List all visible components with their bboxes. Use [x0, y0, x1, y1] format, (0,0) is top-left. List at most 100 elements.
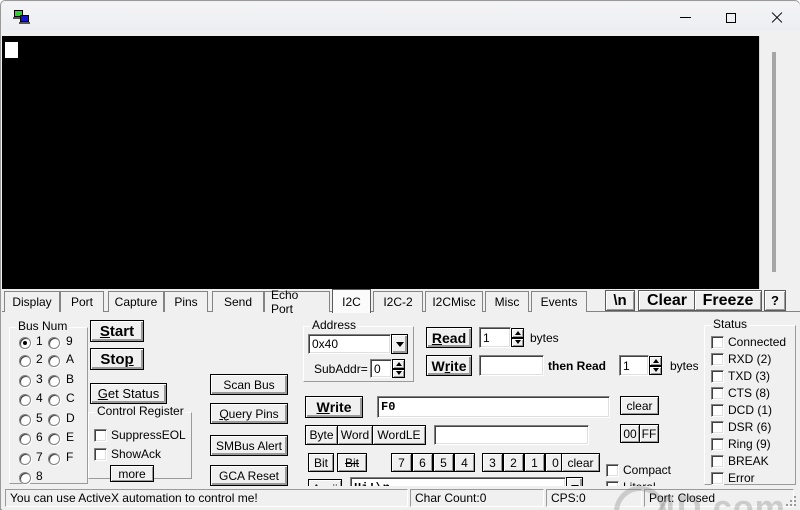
tab-echo-port[interactable]: Echo Port: [264, 288, 330, 316]
minimize-button[interactable]: [662, 3, 708, 32]
wordle-button[interactable]: WordLE: [372, 425, 426, 445]
bus-radio-c[interactable]: [48, 394, 60, 406]
bus-radio-b[interactable]: [48, 375, 60, 387]
address-input[interactable]: 0x40: [308, 334, 391, 354]
smbus-alert-button[interactable]: SMBus Alert: [210, 435, 288, 456]
clear-button[interactable]: Clear: [638, 290, 696, 311]
bus-label-2: 2: [36, 352, 43, 366]
newline-button[interactable]: \n: [605, 290, 635, 311]
tab-i2c[interactable]: I2C: [332, 289, 371, 313]
bus-radio-2[interactable]: [19, 355, 31, 367]
read-button[interactable]: Read: [426, 327, 472, 348]
status-cts-checkbox[interactable]: [711, 387, 724, 400]
bit-4-button[interactable]: 4: [454, 453, 475, 472]
bit-button[interactable]: Bit: [308, 453, 334, 472]
read-count-spinner[interactable]: [511, 328, 524, 347]
gca-reset-button[interactable]: GCA Reset: [210, 465, 288, 486]
status-error-checkbox[interactable]: [711, 472, 724, 485]
write-top-button[interactable]: Wr ite: [426, 355, 472, 376]
read-count-input[interactable]: 1: [479, 327, 511, 348]
bus-radio-7[interactable]: [19, 453, 31, 465]
cps-pane: CPS:0: [546, 489, 642, 507]
tab-send[interactable]: Send: [212, 291, 264, 312]
status-break-checkbox[interactable]: [711, 455, 724, 468]
bus-radio-8[interactable]: [19, 472, 31, 484]
maximize-button[interactable]: [708, 3, 754, 32]
write-top-input[interactable]: [479, 355, 544, 376]
status-connected-checkbox[interactable]: [711, 336, 724, 349]
tab-capture[interactable]: Capture: [108, 291, 164, 312]
bus-radio-4[interactable]: [19, 394, 31, 406]
terminal-scrollbar[interactable]: [759, 36, 790, 289]
bus-radio-9[interactable]: [48, 337, 60, 349]
start-button[interactable]: Start: [90, 320, 144, 342]
then-read-count-input[interactable]: 1: [619, 355, 649, 376]
bus-radio-e[interactable]: [48, 433, 60, 445]
status-dsr-checkbox[interactable]: [711, 421, 724, 434]
stop-button[interactable]: Sto p: [90, 348, 144, 370]
read-count-spinner-down[interactable]: [511, 337, 524, 347]
caret-up-icon: [395, 361, 402, 366]
close-button[interactable]: [754, 3, 800, 32]
tab-pins[interactable]: Pins: [164, 291, 208, 312]
resize-grip[interactable]: [784, 494, 798, 508]
bus-radio-5[interactable]: [19, 414, 31, 426]
bit-7-button[interactable]: 7: [391, 453, 412, 472]
bit-5-button[interactable]: 5: [433, 453, 454, 472]
byte-button[interactable]: Byte: [305, 425, 338, 445]
then-read-count-spinner[interactable]: [649, 356, 662, 375]
bit-2-button[interactable]: 2: [503, 453, 524, 472]
clear-bits-button[interactable]: clear: [561, 453, 600, 472]
tab-i2c-2[interactable]: I2C-2: [373, 291, 423, 312]
title-bar[interactable]: [2, 2, 800, 31]
status-dcd-label: DCD (1): [728, 403, 772, 417]
then-read-spinner-up[interactable]: [649, 356, 662, 366]
query-pins-button[interactable]: Query Pins: [210, 403, 288, 424]
hex-ff-button[interactable]: FF: [639, 424, 659, 443]
help-button[interactable]: ?: [764, 290, 786, 311]
status-ring-checkbox[interactable]: [711, 438, 724, 451]
read-count-spinner-up[interactable]: [511, 328, 524, 338]
bus-radio-f[interactable]: [48, 453, 60, 465]
not-bit-button[interactable]: Bit: [337, 453, 367, 472]
tab-i2cmisc[interactable]: I2CMisc: [425, 291, 483, 312]
status-dcd-checkbox[interactable]: [711, 404, 724, 417]
bus-label-1: 1: [36, 334, 43, 348]
bus-radio-3[interactable]: [19, 375, 31, 387]
word-button[interactable]: Word: [337, 425, 373, 445]
tab-port[interactable]: Port: [60, 291, 104, 312]
bus-radio-6[interactable]: [19, 433, 31, 445]
subaddr-spinner-down[interactable]: [392, 368, 405, 378]
freeze-button[interactable]: Freeze: [694, 290, 762, 311]
hex-00-button[interactable]: 00: [620, 424, 640, 443]
subaddr-spinner-up[interactable]: [392, 359, 405, 369]
bus-radio-a[interactable]: [48, 355, 60, 367]
bus-label-d: D: [66, 411, 75, 425]
word-value-input[interactable]: [434, 425, 589, 445]
address-dropdown-button[interactable]: [391, 334, 408, 354]
tab-events[interactable]: Events: [531, 291, 587, 312]
bit-3-button[interactable]: 3: [482, 453, 503, 472]
clear-write-button[interactable]: clear: [620, 396, 659, 415]
then-read-spinner-down[interactable]: [649, 365, 662, 375]
write-data-input[interactable]: F0: [377, 396, 610, 418]
bit-1-button[interactable]: 1: [524, 453, 545, 472]
more-button[interactable]: more: [110, 465, 154, 482]
compact-checkbox[interactable]: [606, 464, 619, 477]
get-status-button[interactable]: Get Status: [90, 383, 167, 404]
tab-display[interactable]: Display: [4, 291, 60, 312]
status-rxd-checkbox[interactable]: [711, 353, 724, 366]
show-ack-checkbox[interactable]: [94, 448, 107, 461]
terminal-output[interactable]: [2, 36, 759, 289]
status-txd-checkbox[interactable]: [711, 370, 724, 383]
scrollbar-thumb[interactable]: [772, 52, 776, 272]
bit-6-button[interactable]: 6: [412, 453, 433, 472]
subaddr-input[interactable]: 0: [370, 359, 392, 378]
bus-radio-d[interactable]: [48, 414, 60, 426]
tab-misc[interactable]: Misc: [485, 291, 529, 312]
subaddr-spinner[interactable]: [392, 359, 405, 378]
write-data-button[interactable]: Write: [305, 396, 363, 418]
scan-bus-button[interactable]: Scan Bus: [210, 374, 288, 395]
suppress-eol-checkbox[interactable]: [94, 429, 107, 442]
bus-radio-1[interactable]: [19, 337, 31, 349]
